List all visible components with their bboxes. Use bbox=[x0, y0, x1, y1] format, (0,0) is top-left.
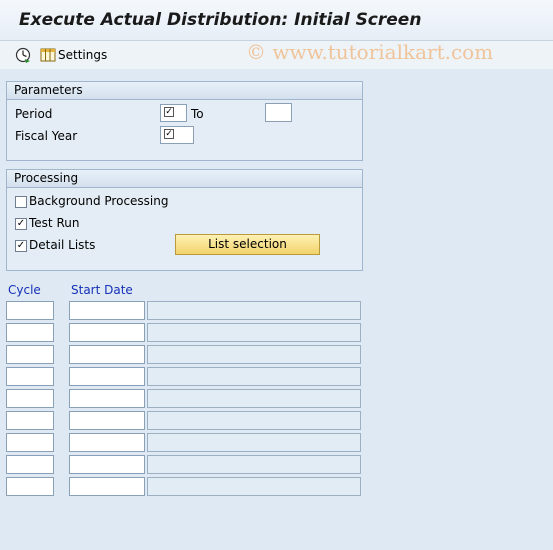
cycle-description-cell bbox=[147, 301, 361, 320]
test-run-checkbox[interactable]: ✓ bbox=[15, 218, 27, 230]
parameters-header: Parameters bbox=[7, 82, 362, 100]
cycle-input[interactable] bbox=[6, 455, 54, 474]
period-label: Period bbox=[15, 107, 53, 121]
start-date-input[interactable] bbox=[69, 301, 145, 320]
cycle-input[interactable] bbox=[6, 301, 54, 320]
page-title: Execute Actual Distribution: Initial Scr… bbox=[19, 10, 422, 30]
cycle-description-cell bbox=[147, 411, 361, 430]
title-bar: Execute Actual Distribution: Initial Scr… bbox=[0, 0, 553, 41]
cycle-input[interactable] bbox=[6, 345, 54, 364]
start-date-input[interactable] bbox=[69, 323, 145, 342]
cycle-description-cell bbox=[147, 367, 361, 386]
background-processing-checkbox[interactable] bbox=[15, 196, 27, 208]
start-date-input[interactable] bbox=[69, 433, 145, 452]
test-run-label: Test Run bbox=[29, 216, 80, 230]
required-check-icon: ✓ bbox=[164, 107, 174, 117]
cycle-input[interactable] bbox=[6, 389, 54, 408]
cycle-description-cell bbox=[147, 433, 361, 452]
cycle-input[interactable] bbox=[6, 323, 54, 342]
start-date-input[interactable] bbox=[69, 455, 145, 474]
background-processing-label: Background Processing bbox=[29, 194, 169, 208]
start-date-input[interactable] bbox=[69, 477, 145, 496]
period-to-field[interactable] bbox=[265, 103, 292, 122]
list-selection-button[interactable]: List selection bbox=[175, 234, 320, 255]
period-field[interactable]: ✓ bbox=[160, 104, 187, 122]
cycle-input[interactable] bbox=[6, 367, 54, 386]
detail-lists-label: Detail Lists bbox=[29, 238, 96, 252]
watermark: © www.tutorialkart.com bbox=[246, 40, 494, 64]
to-label: To bbox=[191, 107, 204, 121]
cycle-column-header: Cycle bbox=[8, 283, 41, 297]
cycle-description-cell bbox=[147, 323, 361, 342]
processing-group: Processing Background Processing ✓ Test … bbox=[6, 169, 363, 271]
required-check-icon: ✓ bbox=[164, 129, 174, 139]
fiscal-year-field[interactable]: ✓ bbox=[160, 126, 194, 144]
cycle-input[interactable] bbox=[6, 411, 54, 430]
cycle-description-cell bbox=[147, 389, 361, 408]
parameters-group: Parameters Period ✓ To Fiscal Year ✓ bbox=[6, 81, 363, 161]
execute-clock-icon[interactable] bbox=[15, 47, 31, 63]
detail-lists-checkbox[interactable]: ✓ bbox=[15, 240, 27, 252]
start-date-input[interactable] bbox=[69, 367, 145, 386]
cycle-input[interactable] bbox=[6, 433, 54, 452]
fiscal-year-label: Fiscal Year bbox=[15, 129, 78, 143]
cycle-description-cell bbox=[147, 345, 361, 364]
settings-button[interactable]: Settings bbox=[58, 48, 107, 62]
start-date-input[interactable] bbox=[69, 389, 145, 408]
start-date-input[interactable] bbox=[69, 411, 145, 430]
start-date-column-header: Start Date bbox=[71, 283, 133, 297]
cycle-description-cell bbox=[147, 455, 361, 474]
cycle-description-cell bbox=[147, 477, 361, 496]
processing-header: Processing bbox=[7, 170, 362, 188]
cycle-input[interactable] bbox=[6, 477, 54, 496]
start-date-input[interactable] bbox=[69, 345, 145, 364]
settings-grid-icon[interactable] bbox=[40, 47, 56, 63]
